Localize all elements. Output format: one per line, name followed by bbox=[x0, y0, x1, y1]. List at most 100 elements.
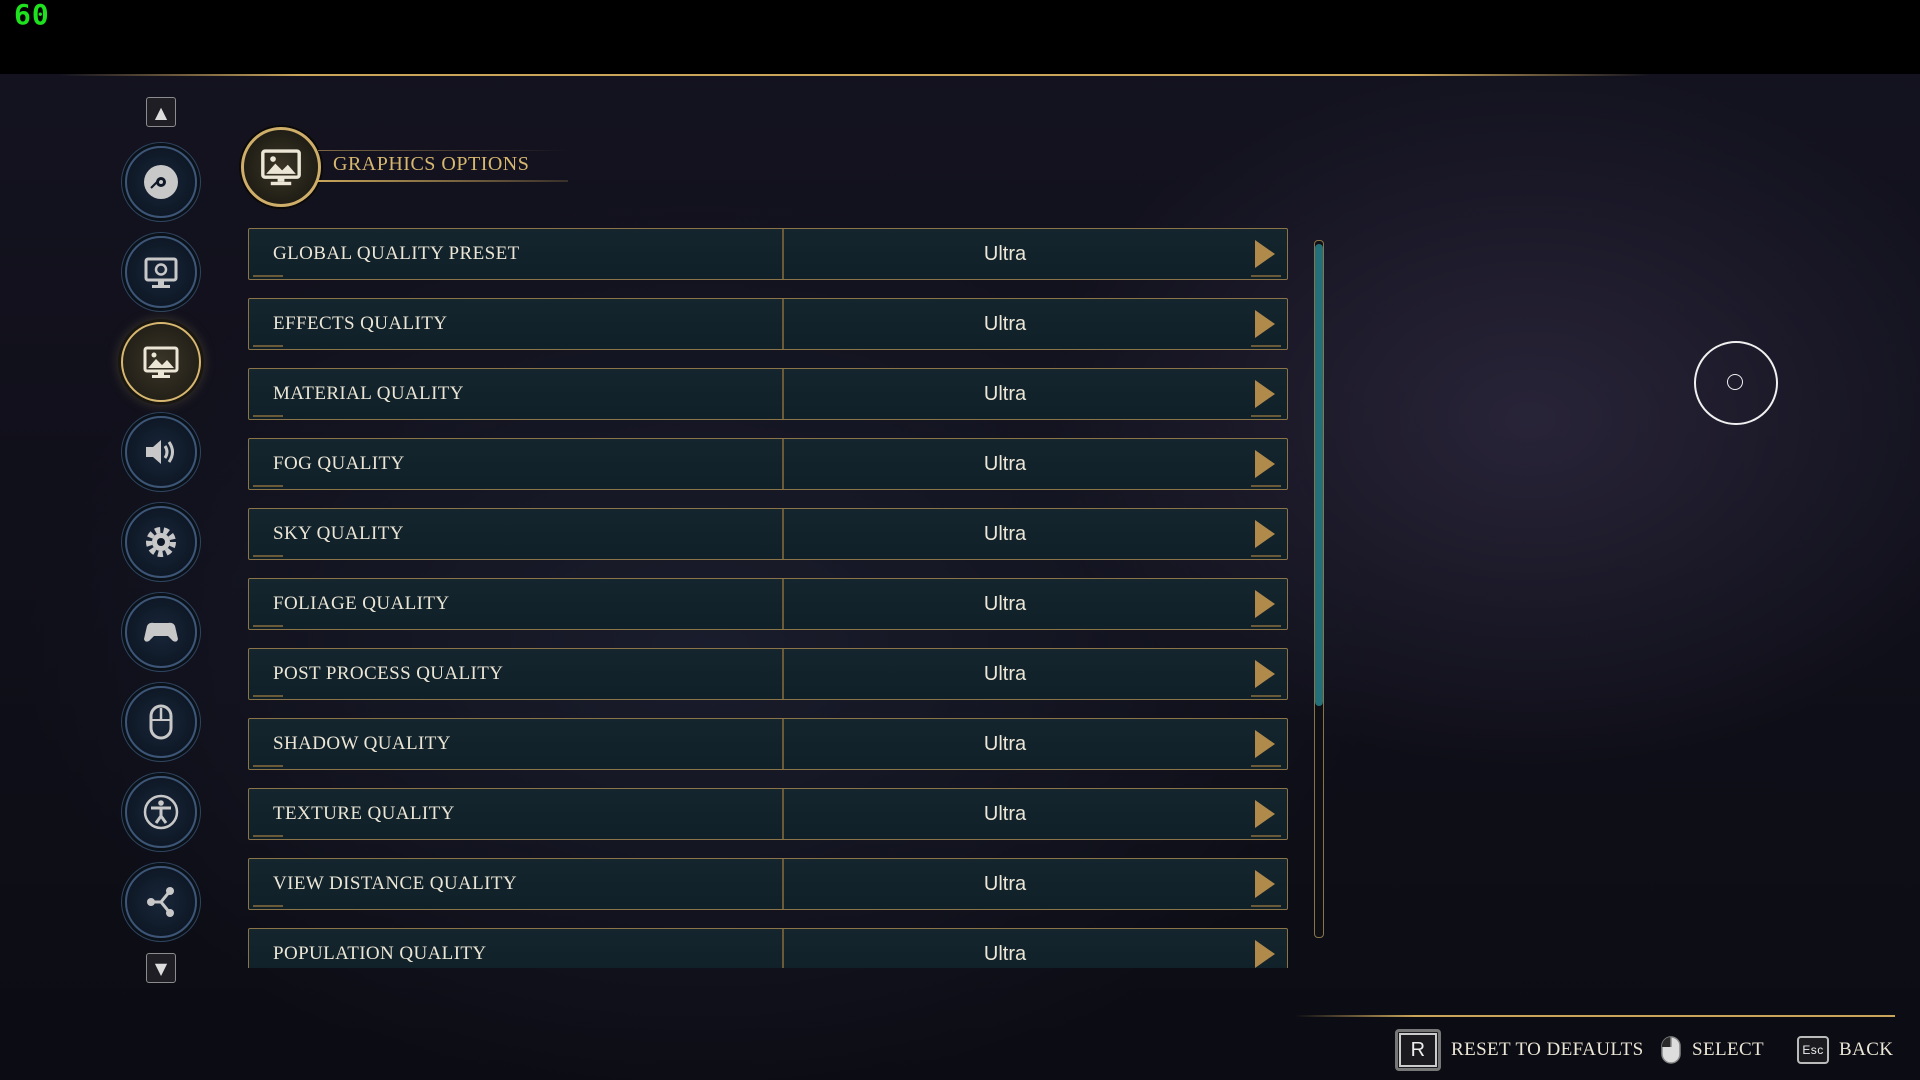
setting-value: Ultra bbox=[983, 313, 1027, 335]
row-ornament bbox=[253, 835, 283, 837]
select-label: SELECT bbox=[1692, 1039, 1765, 1060]
setting-row[interactable]: SKY QUALITY Ultra bbox=[248, 508, 1288, 560]
row-ornament bbox=[1251, 415, 1281, 417]
sidebar-item-display[interactable] bbox=[125, 236, 197, 308]
row-divider bbox=[782, 929, 784, 968]
setting-value: Ultra bbox=[983, 943, 1027, 965]
row-ornament bbox=[253, 695, 283, 697]
page-title: GRAPHICS OPTIONS bbox=[333, 153, 530, 175]
top-gold-divider bbox=[60, 74, 1650, 76]
row-ornament bbox=[1251, 485, 1281, 487]
row-divider bbox=[782, 719, 784, 769]
select-button[interactable]: SELECT bbox=[1660, 1031, 1764, 1069]
setting-value: Ultra bbox=[983, 803, 1027, 825]
row-ornament bbox=[1251, 275, 1281, 277]
row-ornament bbox=[253, 905, 283, 907]
row-ornament bbox=[253, 625, 283, 627]
setting-label: POPULATION QUALITY bbox=[273, 943, 487, 964]
next-arrow-icon[interactable] bbox=[1255, 380, 1275, 408]
next-arrow-icon[interactable] bbox=[1255, 450, 1275, 478]
next-arrow-icon[interactable] bbox=[1255, 520, 1275, 548]
next-arrow-icon[interactable] bbox=[1255, 310, 1275, 338]
header-top-rule bbox=[318, 150, 568, 151]
setting-value: Ultra bbox=[983, 453, 1027, 475]
setting-value: Ultra bbox=[983, 663, 1027, 685]
reset-label: RESET TO DEFAULTS bbox=[1451, 1039, 1644, 1060]
esc-key-icon: Esc bbox=[1797, 1036, 1829, 1064]
setting-row[interactable]: EFFECTS QUALITY Ultra bbox=[248, 298, 1288, 350]
setting-row[interactable]: SHADOW QUALITY Ultra bbox=[248, 718, 1288, 770]
reset-to-defaults-button[interactable]: R RESET TO DEFAULTS bbox=[1395, 1029, 1644, 1071]
row-divider bbox=[782, 649, 784, 699]
row-divider bbox=[782, 859, 784, 909]
row-ornament bbox=[1251, 765, 1281, 767]
landscape-monitor-icon bbox=[261, 149, 301, 186]
setting-row[interactable]: VIEW DISTANCE QUALITY Ultra bbox=[248, 858, 1288, 910]
setting-label: EFFECTS QUALITY bbox=[273, 313, 448, 334]
sidebar-item-controller[interactable] bbox=[125, 596, 197, 668]
top-black-bar: 60 bbox=[0, 0, 1920, 74]
sidebar-item-social[interactable] bbox=[125, 866, 197, 938]
row-ornament bbox=[1251, 625, 1281, 627]
row-divider bbox=[782, 439, 784, 489]
row-divider bbox=[782, 299, 784, 349]
setting-row[interactable]: POST PROCESS QUALITY Ultra bbox=[248, 648, 1288, 700]
row-divider bbox=[782, 789, 784, 839]
sidebar-item-game[interactable] bbox=[125, 146, 197, 218]
next-arrow-icon[interactable] bbox=[1255, 660, 1275, 688]
cursor-center-icon bbox=[1727, 374, 1743, 390]
scrollbar-thumb[interactable] bbox=[1315, 244, 1323, 706]
setting-label: SKY QUALITY bbox=[273, 523, 404, 544]
header-ornament-rule bbox=[318, 180, 568, 182]
setting-value: Ultra bbox=[983, 873, 1027, 895]
setting-label: VIEW DISTANCE QUALITY bbox=[273, 873, 517, 894]
setting-row[interactable]: FOLIAGE QUALITY Ultra bbox=[248, 578, 1288, 630]
speaker-icon bbox=[146, 440, 174, 464]
gear-icon bbox=[146, 527, 176, 557]
disc-icon bbox=[144, 165, 178, 199]
setting-row[interactable]: MATERIAL QUALITY Ultra bbox=[248, 368, 1288, 420]
monitor-gear-icon bbox=[144, 257, 178, 288]
header-badge bbox=[241, 127, 321, 207]
share-icon bbox=[147, 887, 174, 917]
next-arrow-icon[interactable] bbox=[1255, 800, 1275, 828]
row-ornament bbox=[1251, 905, 1281, 907]
nav-up-arrow-icon[interactable]: ▲ bbox=[146, 97, 176, 127]
setting-value: Ultra bbox=[983, 523, 1027, 545]
setting-label: SHADOW QUALITY bbox=[273, 733, 451, 754]
sidebar-item-gameplay[interactable] bbox=[125, 506, 197, 578]
setting-label: MATERIAL QUALITY bbox=[273, 383, 464, 404]
next-arrow-icon[interactable] bbox=[1255, 730, 1275, 758]
row-ornament bbox=[253, 345, 283, 347]
sidebar-item-graphics[interactable] bbox=[121, 322, 201, 402]
setting-value: Ultra bbox=[983, 243, 1027, 265]
row-ornament bbox=[253, 275, 283, 277]
setting-row[interactable]: POPULATION QUALITY Ultra bbox=[248, 928, 1288, 968]
mouse-icon bbox=[149, 704, 173, 740]
row-divider bbox=[782, 229, 784, 279]
fps-counter: 60 bbox=[14, 0, 50, 31]
setting-row[interactable]: GLOBAL QUALITY PRESET Ultra bbox=[248, 228, 1288, 280]
setting-row[interactable]: FOG QUALITY Ultra bbox=[248, 438, 1288, 490]
setting-label: POST PROCESS QUALITY bbox=[273, 663, 504, 684]
back-button[interactable]: Esc BACK bbox=[1797, 1031, 1893, 1069]
next-arrow-icon[interactable] bbox=[1255, 590, 1275, 618]
setting-value: Ultra bbox=[983, 383, 1027, 405]
next-arrow-icon[interactable] bbox=[1255, 870, 1275, 898]
gamepad-icon bbox=[144, 622, 178, 642]
next-arrow-icon[interactable] bbox=[1255, 240, 1275, 268]
setting-label: FOLIAGE QUALITY bbox=[273, 593, 450, 614]
accessibility-icon bbox=[143, 794, 179, 830]
nav-down-arrow-icon[interactable]: ▼ bbox=[146, 953, 176, 983]
settings-list: GLOBAL QUALITY PRESET Ultra EFFECTS QUAL… bbox=[248, 228, 1290, 968]
row-divider bbox=[782, 369, 784, 419]
back-label: BACK bbox=[1839, 1039, 1894, 1060]
row-ornament bbox=[253, 555, 283, 557]
r-key-icon: R bbox=[1395, 1029, 1441, 1071]
sidebar-item-accessibility[interactable] bbox=[125, 776, 197, 848]
next-arrow-icon[interactable] bbox=[1255, 940, 1275, 968]
setting-row[interactable]: TEXTURE QUALITY Ultra bbox=[248, 788, 1288, 840]
sidebar-item-mouse[interactable] bbox=[125, 686, 197, 758]
row-ornament bbox=[1251, 695, 1281, 697]
sidebar-item-audio[interactable] bbox=[125, 416, 197, 488]
